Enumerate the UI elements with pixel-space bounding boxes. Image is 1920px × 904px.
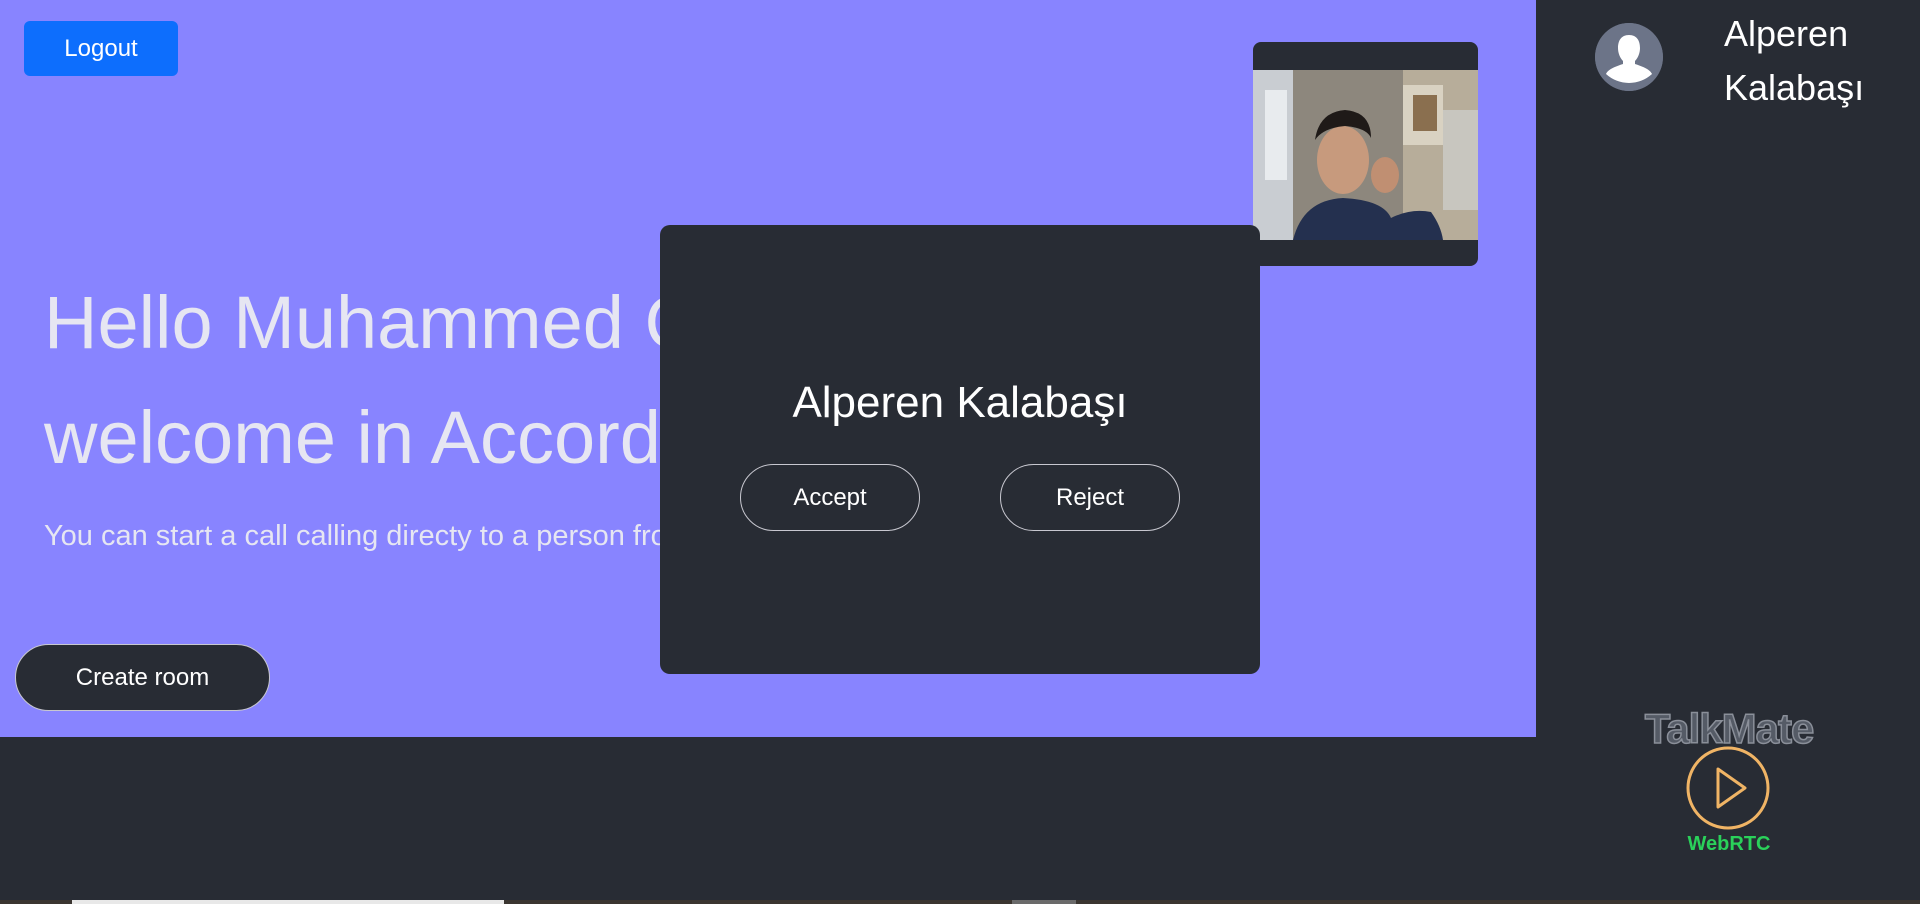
local-video-preview [1253,42,1478,266]
app-root: Logout Hello Muhammed Can Küçükaslan, we… [0,0,1920,904]
camera-image [1253,70,1478,240]
camera-feed [1253,70,1478,240]
incoming-call-modal: Alperen Kalabaşı Accept Reject [660,225,1260,674]
reject-call-button[interactable]: Reject [1000,464,1180,531]
logout-button[interactable]: Logout [24,21,178,76]
create-room-button[interactable]: Create room [15,644,270,711]
brand-subtitle: WebRTC [1687,833,1771,855]
contact-name[interactable]: Alperen Kalabaşı [1724,7,1914,115]
brand-logo: TalkMate WebRTC [1626,704,1832,860]
taskbar-indicator [72,900,504,904]
play-circle-icon [1686,746,1770,830]
contact-avatar[interactable] [1595,23,1663,91]
user-silhouette-icon [1595,23,1663,91]
caller-name: Alperen Kalabaşı [792,378,1128,427]
taskbar-indicator-secondary [1012,900,1076,904]
accept-call-button[interactable]: Accept [740,464,920,531]
